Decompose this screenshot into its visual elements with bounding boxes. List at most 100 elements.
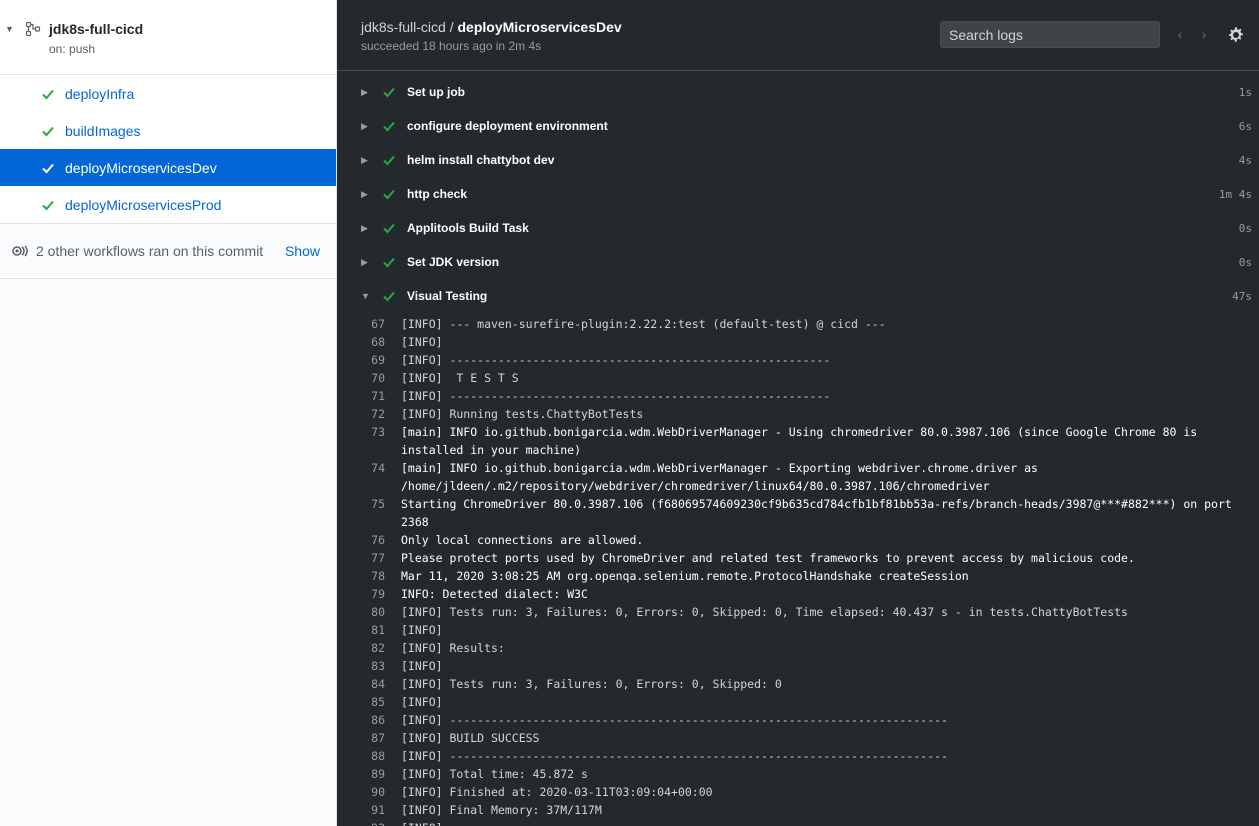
line-number[interactable]: 86	[337, 711, 401, 729]
line-text: [INFO] ---------------------------------…	[401, 389, 831, 403]
workflow-header: ▼ jdk8s-full-cicd on: push	[0, 0, 336, 75]
log-line: 91 [INFO] Final Memory: 37M/117M	[337, 801, 1259, 819]
show-other-workflows-link[interactable]: Show	[285, 243, 320, 259]
line-number[interactable]: 79	[337, 585, 401, 603]
step-row[interactable]: ▶ Set JDK version 0s	[337, 245, 1259, 279]
gear-icon[interactable]	[1228, 27, 1244, 43]
line-number[interactable]: 76	[337, 531, 401, 549]
log-line: 68 [INFO]	[337, 333, 1259, 351]
line-number[interactable]: 80	[337, 603, 401, 621]
line-text: [INFO] ---------------------------------…	[401, 819, 1237, 826]
job-item-2[interactable]: buildImages	[0, 112, 336, 149]
line-text: [main] INFO io.github.bonigarcia.wdm.Web…	[401, 425, 1205, 457]
check-icon	[383, 189, 395, 200]
check-icon	[42, 200, 54, 210]
line-number[interactable]: 87	[337, 729, 401, 747]
caret-right-icon[interactable]: ▶	[361, 223, 368, 234]
log-line: 92[INFO] -------------------------------…	[337, 819, 1259, 826]
line-number[interactable]: 69	[337, 351, 401, 369]
line-number[interactable]: 83	[337, 657, 401, 675]
log-line: 83 [INFO]	[337, 657, 1259, 675]
breadcrumb: jdk8s-full-cicd / deployMicroservicesDev	[361, 19, 622, 35]
step-duration: 6s	[1238, 119, 1252, 133]
step-name: Set up job	[407, 85, 465, 99]
line-text: [INFO] T E S T S	[401, 371, 519, 385]
workflow-title[interactable]: jdk8s-full-cicd	[49, 21, 143, 37]
line-number[interactable]: 90	[337, 783, 401, 801]
line-number[interactable]: 67	[337, 315, 401, 333]
log-line: 86 [INFO] -------------------------------…	[337, 711, 1259, 729]
step-row[interactable]: ▼ Visual Testing 47s	[337, 279, 1259, 313]
line-number[interactable]: 77	[337, 549, 401, 567]
log-line: 89 [INFO] Total time: 45.872 s	[337, 765, 1259, 783]
line-number[interactable]: 73	[337, 423, 401, 459]
job-item-4[interactable]: deployMicroservicesProd	[0, 186, 336, 223]
line-number[interactable]: 85	[337, 693, 401, 711]
caret-right-icon[interactable]: ▶	[361, 155, 368, 166]
workflows-icon	[12, 245, 28, 257]
chevron-right-icon[interactable]: ›	[1197, 26, 1211, 42]
line-number[interactable]: 88	[337, 747, 401, 765]
line-text: [INFO] BUILD SUCCESS	[401, 731, 540, 745]
step-row[interactable]: ▶ helm install chattybot dev 4s	[337, 143, 1259, 177]
chevron-left-icon[interactable]: ‹	[1173, 26, 1187, 42]
step-row[interactable]: ▶ Applitools Build Task 0s	[337, 211, 1259, 245]
log-line: 69 [INFO] -------------------------------…	[337, 351, 1259, 369]
log-line: 76 Only local connections are allowed.	[337, 531, 1259, 549]
breadcrumb-job: deployMicroservicesDev	[457, 19, 622, 35]
job-status: succeeded 18 hours ago in 2m 4s	[361, 39, 542, 53]
log-line: 74 [main] INFO io.github.bonigarcia.wdm.W…	[337, 459, 1259, 495]
line-number[interactable]: 75	[337, 495, 401, 531]
collapse-caret-icon[interactable]: ▼	[5, 24, 14, 34]
caret-right-icon[interactable]: ▶	[361, 189, 368, 200]
caret-right-icon[interactable]: ▶	[361, 121, 368, 132]
workflow-trigger: on: push	[49, 42, 96, 56]
log-line: 75 Starting ChromeDriver 80.0.3987.106 (f…	[337, 495, 1259, 531]
caret-right-icon[interactable]: ▶	[361, 87, 368, 98]
job-item-3[interactable]: deployMicroservicesDev	[0, 149, 336, 186]
line-number[interactable]: 78	[337, 567, 401, 585]
line-number[interactable]: 82	[337, 639, 401, 657]
caret-right-icon[interactable]: ▶	[361, 257, 368, 268]
check-icon	[383, 257, 395, 268]
log-line: 84 [INFO] Tests run: 3, Failures: 0, Erro…	[337, 675, 1259, 693]
log-line: 90 [INFO] Finished at: 2020-03-11T03:09:0…	[337, 783, 1259, 801]
line-text: Only local connections are allowed.	[401, 533, 644, 547]
step-row[interactable]: ▶ http check 1m 4s	[337, 177, 1259, 211]
step-row[interactable]: ▶ Set up job 1s	[337, 75, 1259, 109]
job-label: deployMicroservicesProd	[65, 196, 222, 213]
other-workflows-text: 2 other workflows ran on this commit	[36, 243, 264, 259]
line-text: [INFO] Final Memory: 37M/117M	[401, 803, 602, 817]
line-number[interactable]: 74	[337, 459, 401, 495]
line-text: [INFO] Total time: 45.872 s	[401, 767, 588, 781]
line-number[interactable]: 70	[337, 369, 401, 387]
line-number[interactable]: 81	[337, 621, 401, 639]
line-text: [INFO] Running tests.ChattyBotTests	[401, 407, 644, 421]
line-number[interactable]: 84	[337, 675, 401, 693]
line-number[interactable]: 68	[337, 333, 401, 351]
line-text: [INFO]	[401, 623, 443, 637]
line-number[interactable]: 92	[337, 819, 401, 826]
log-line: 70 [INFO] T E S T S	[337, 369, 1259, 387]
check-icon	[383, 291, 395, 302]
job-item-1[interactable]: deployInfra	[0, 75, 336, 112]
line-number[interactable]: 89	[337, 765, 401, 783]
line-text: INFO: Detected dialect: W3C	[401, 587, 588, 601]
line-text: [INFO] Tests run: 3, Failures: 0, Errors…	[401, 605, 1128, 619]
line-number[interactable]: 71	[337, 387, 401, 405]
step-name: http check	[407, 187, 468, 201]
check-icon	[42, 89, 54, 99]
caret-down-icon[interactable]: ▼	[361, 291, 370, 301]
step-row[interactable]: ▶ configure deployment environment 6s	[337, 109, 1259, 143]
search-logs-input[interactable]	[940, 21, 1160, 48]
job-log-panel: jdk8s-full-cicd / deployMicroservicesDev…	[337, 0, 1259, 826]
line-number[interactable]: 72	[337, 405, 401, 423]
line-text: [INFO] ---------------------------------…	[401, 353, 831, 367]
line-text: Starting ChromeDriver 80.0.3987.106 (f68…	[401, 497, 1239, 529]
step-duration: 47s	[1232, 289, 1252, 303]
other-workflows-row: 2 other workflows ran on this commit Sho…	[0, 224, 336, 279]
log-line: 71 [INFO] -------------------------------…	[337, 387, 1259, 405]
step-duration: 1s	[1238, 85, 1252, 99]
step-name: Visual Testing	[407, 289, 488, 303]
line-number[interactable]: 91	[337, 801, 401, 819]
